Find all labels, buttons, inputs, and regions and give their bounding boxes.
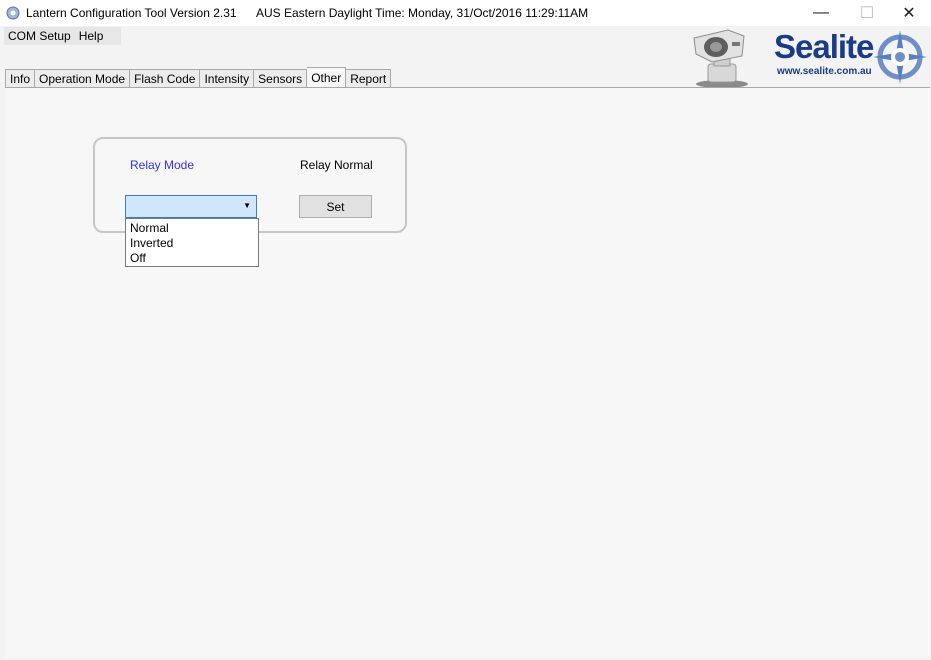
compass-icon <box>873 30 927 84</box>
minimize-button[interactable]: — <box>798 0 844 26</box>
logo-brand: Sealite <box>774 28 874 65</box>
relay-status-text: Relay Normal <box>300 158 373 172</box>
tab-strip: Info Operation Mode Flash Code Intensity… <box>5 67 392 89</box>
close-button[interactable]: ✕ <box>886 0 931 26</box>
option-inverted[interactable]: Inverted <box>126 236 258 251</box>
tab-info[interactable]: Info <box>5 69 36 88</box>
tab-sensors[interactable]: Sensors <box>254 69 308 88</box>
title-bar: Lantern Configuration Tool Version 2.31 … <box>0 0 931 26</box>
tab-other[interactable]: Other <box>307 67 347 89</box>
menu-com-setup[interactable]: COM Setup <box>4 29 75 43</box>
option-normal[interactable]: Normal <box>126 221 258 236</box>
tab-divider <box>5 87 930 88</box>
sealite-logo: Sealite www.sealite.com.au <box>770 28 930 88</box>
tab-report[interactable]: Report <box>346 69 392 88</box>
menu-help[interactable]: Help <box>75 29 108 43</box>
chevron-down-icon[interactable]: ▼ <box>243 201 251 210</box>
set-button[interactable]: Set <box>299 195 372 218</box>
window-title: Lantern Configuration Tool Version 2.31 <box>26 6 237 20</box>
lantern-image <box>693 29 748 88</box>
menu-bar: COM Setup Help <box>4 27 122 45</box>
relay-mode-dropdown-list: Normal Inverted Off <box>125 218 259 267</box>
option-off[interactable]: Off <box>126 251 258 266</box>
tab-operation-mode[interactable]: Operation Mode <box>35 69 131 88</box>
logo-url: www.sealite.com.au <box>777 66 872 77</box>
app-icon <box>6 6 20 20</box>
time-display: AUS Eastern Daylight Time: Monday, 31/Oc… <box>256 6 589 20</box>
tab-flash-code[interactable]: Flash Code <box>130 69 201 88</box>
maximize-button[interactable]: ☐ <box>844 0 890 26</box>
relay-mode-combobox[interactable]: ▼ <box>125 195 257 218</box>
relay-mode-label: Relay Mode <box>130 158 195 172</box>
tab-intensity[interactable]: Intensity <box>200 69 255 88</box>
